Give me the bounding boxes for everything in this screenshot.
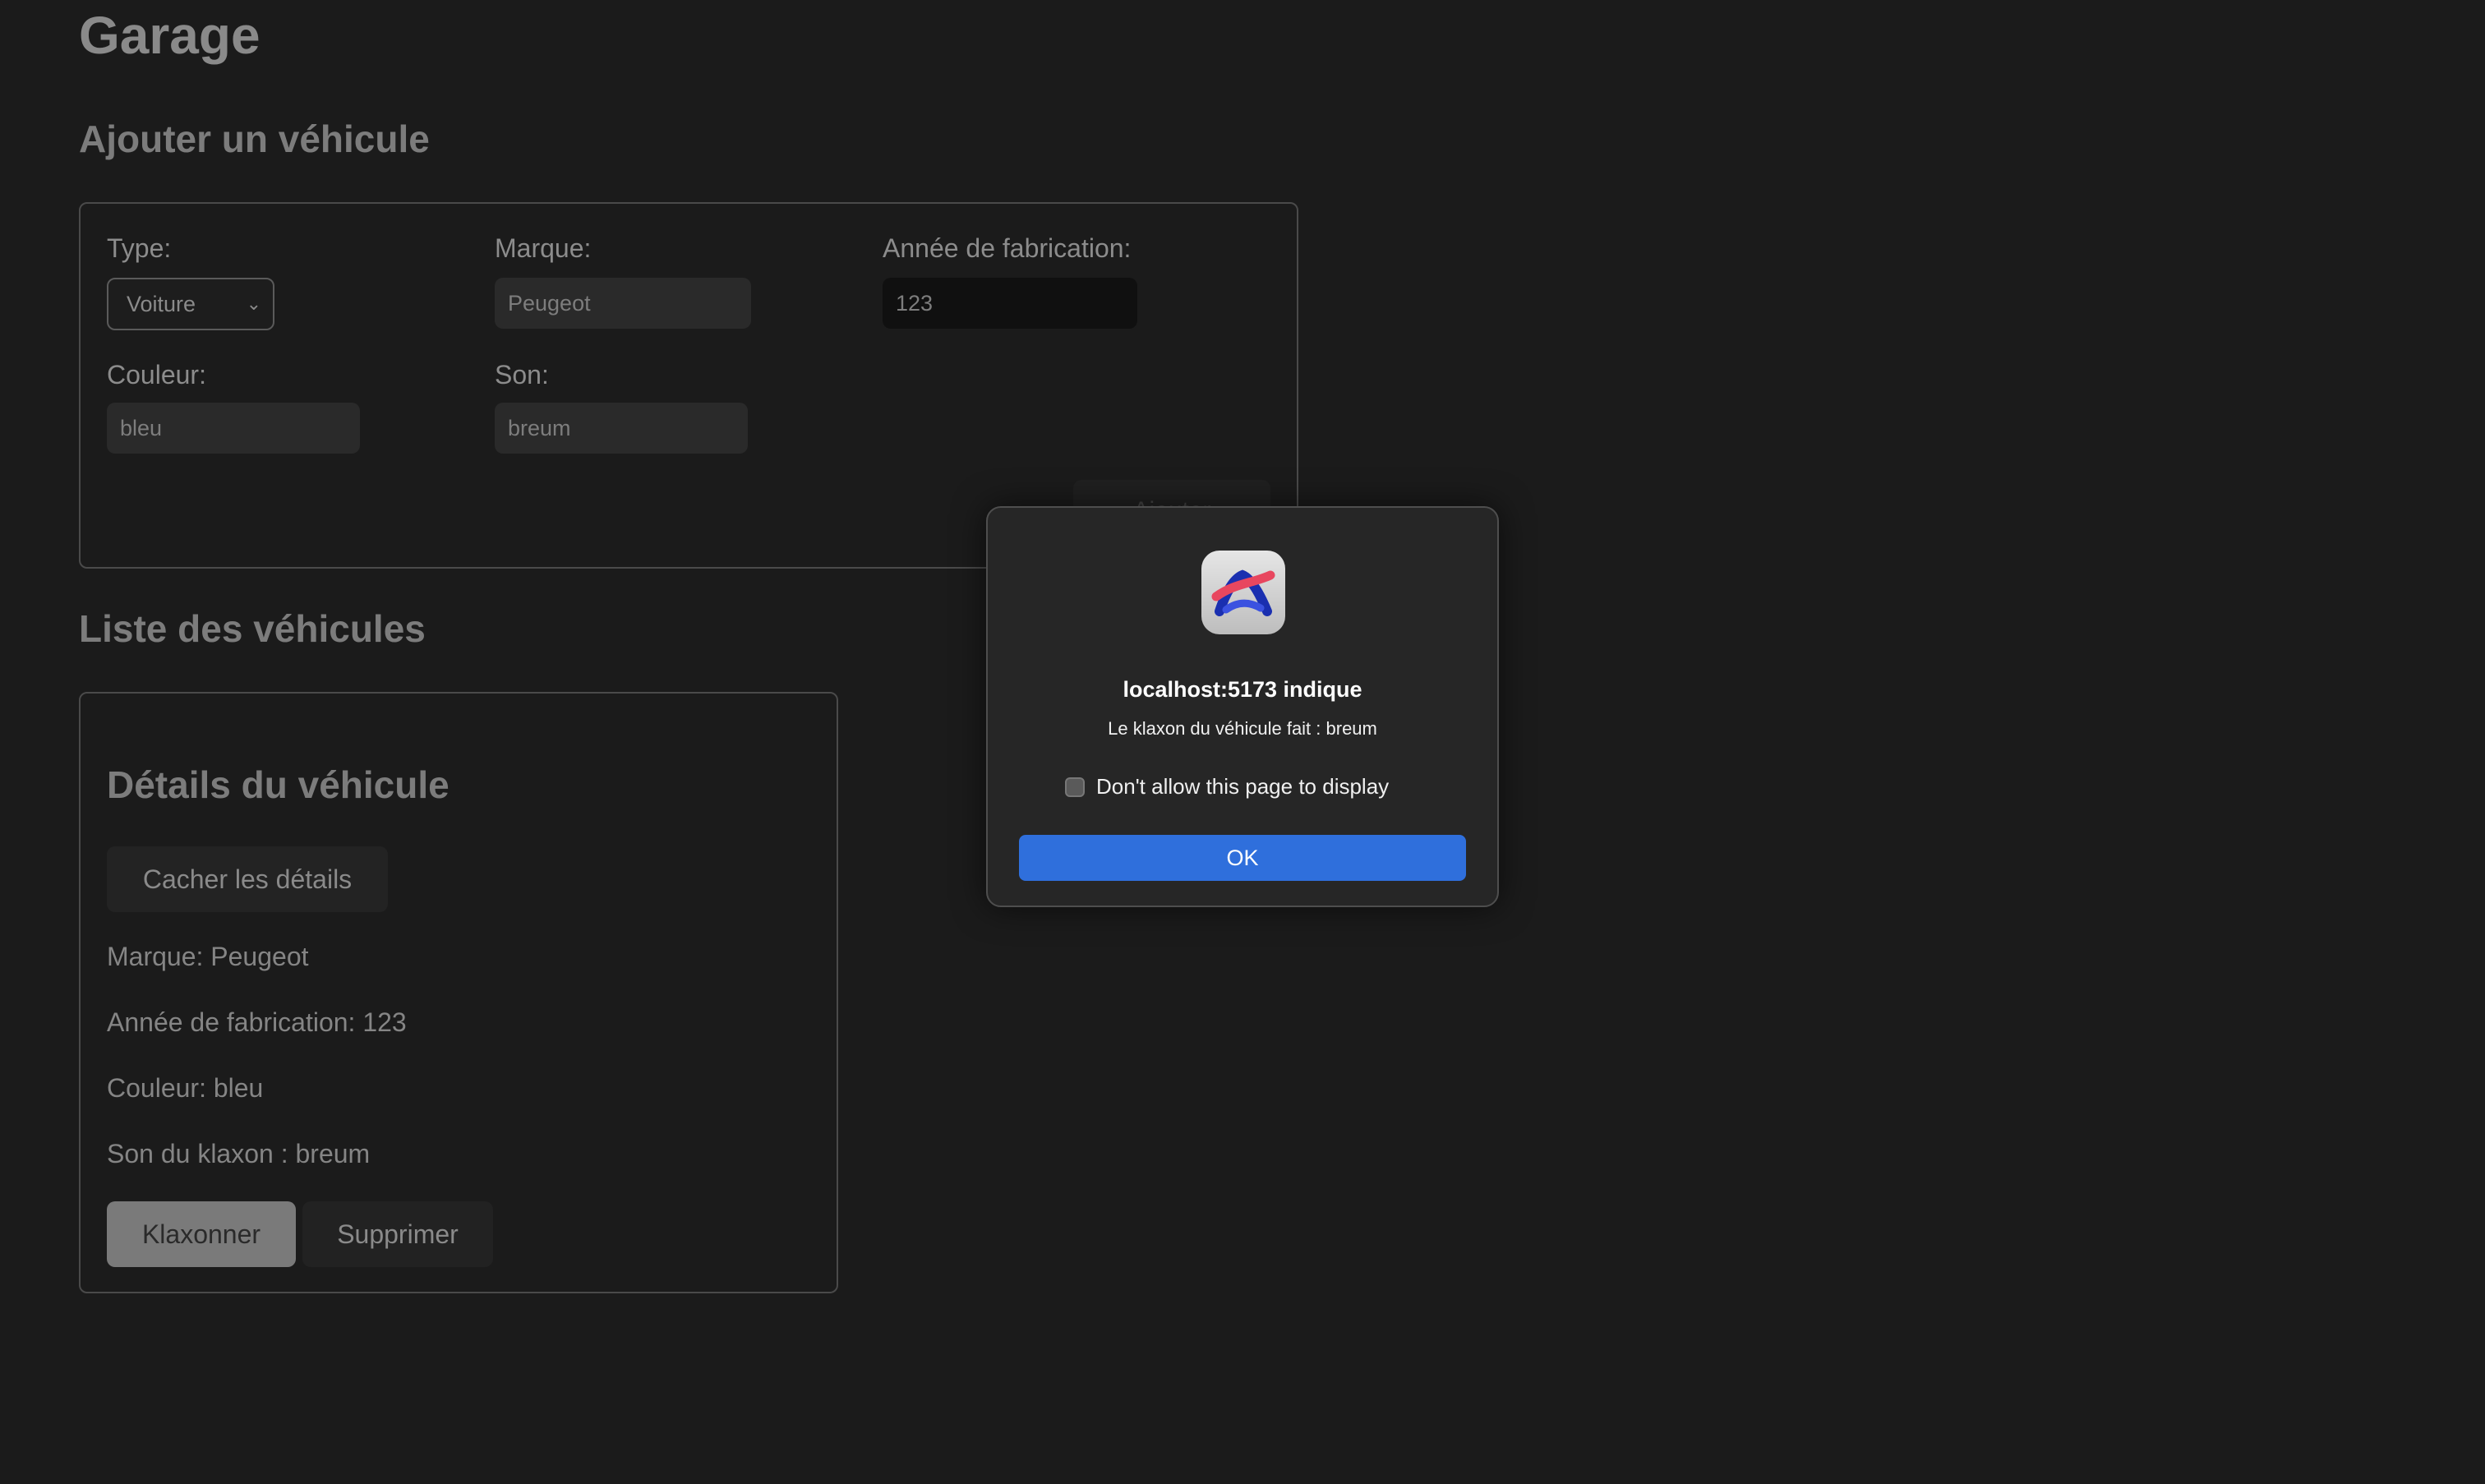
dont-allow-label[interactable]: Don't allow this page to display xyxy=(1096,774,1389,800)
honk-button[interactable]: Klaxonner xyxy=(107,1201,296,1267)
dialog-title: localhost:5173 indique xyxy=(1123,677,1362,702)
year-label: Année de fabrication: xyxy=(883,233,1132,263)
add-vehicle-title: Ajouter un véhicule xyxy=(79,118,430,160)
chevron-down-icon: ⌄ xyxy=(246,293,261,314)
color-label: Couleur: xyxy=(107,360,206,389)
detail-color: Couleur: bleu xyxy=(107,1073,264,1103)
detail-year: Année de fabrication: 123 xyxy=(107,1007,407,1037)
type-select-value: Voiture xyxy=(127,292,196,316)
color-input[interactable]: bleu xyxy=(107,403,360,454)
year-input[interactable]: 123 xyxy=(883,278,1137,329)
hide-details-button[interactable]: Cacher les détails xyxy=(107,846,388,912)
sound-input[interactable]: breum xyxy=(495,403,748,454)
ok-button[interactable]: OK xyxy=(1019,835,1466,881)
brand-input[interactable]: Peugeot xyxy=(495,278,751,329)
sound-label: Son: xyxy=(495,360,549,389)
delete-button[interactable]: Supprimer xyxy=(302,1201,493,1267)
page-title: Garage xyxy=(79,6,260,65)
arc-browser-icon xyxy=(1201,551,1285,634)
dialog-message: Le klaxon du véhicule fait : breum xyxy=(1108,718,1377,739)
page: Garage Ajouter un véhicule Type: Voiture… xyxy=(0,0,2485,1484)
detail-sound: Son du klaxon : breum xyxy=(107,1139,371,1168)
alert-dialog: localhost:5173 indique Le klaxon du véhi… xyxy=(986,506,1499,907)
vehicle-list-title: Liste des véhicules xyxy=(79,607,426,650)
detail-brand: Marque: Peugeot xyxy=(107,942,309,971)
vehicle-card: Détails du véhicule Cacher les détails M… xyxy=(79,692,838,1293)
type-select[interactable]: Voiture ⌄ xyxy=(107,278,274,330)
vehicle-details-heading: Détails du véhicule xyxy=(107,763,450,806)
brand-label: Marque: xyxy=(495,233,592,263)
dont-allow-checkbox[interactable] xyxy=(1065,777,1085,797)
type-label: Type: xyxy=(107,233,172,263)
